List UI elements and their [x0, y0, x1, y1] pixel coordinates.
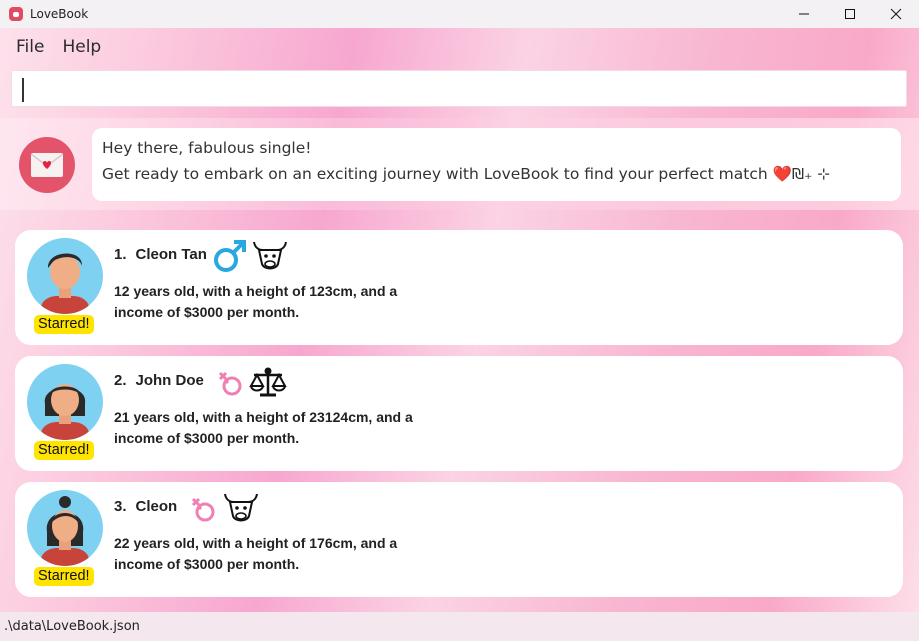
- card-name: Cleon Tan: [135, 246, 207, 263]
- menu-file[interactable]: File: [16, 34, 44, 60]
- card-name: Cleon: [135, 498, 178, 515]
- minimize-icon: [799, 13, 809, 15]
- text-caret: [22, 78, 24, 102]
- menu-help[interactable]: Help: [62, 34, 101, 60]
- envelope-heart-icon: [19, 137, 75, 193]
- female-sparkle-icon: [188, 496, 218, 528]
- card-title: 3. Cleon: [114, 498, 177, 515]
- libra-scales-icon: [249, 366, 287, 402]
- close-icon: [890, 8, 902, 20]
- result-line-1: Hey there, fabulous single!: [102, 139, 312, 157]
- taurus-ox-icon: [251, 238, 289, 278]
- female-avatar-bun: [27, 490, 103, 566]
- maximize-icon: [845, 9, 855, 19]
- date-card[interactable]: Starred! 2. John Doe 21 years old, with …: [15, 356, 903, 471]
- command-input[interactable]: [11, 70, 907, 107]
- lovebook-app-icon: [9, 7, 23, 21]
- close-button[interactable]: [873, 0, 919, 28]
- starred-badge: Starred!: [34, 315, 94, 334]
- starred-badge: Starred!: [34, 567, 94, 586]
- card-description: 21 years old, with a height of 23124cm, …: [114, 409, 413, 446]
- date-card[interactable]: Starred! 3. Cleon 22 years old, with a h…: [15, 482, 903, 597]
- maximize-button[interactable]: [827, 0, 873, 28]
- card-description: 22 years old, with a height of 176cm, an…: [114, 535, 398, 572]
- result-display: Hey there, fabulous single! Get ready to…: [92, 128, 901, 201]
- card-index: 2.: [114, 372, 127, 389]
- male-avatar: [27, 238, 103, 314]
- title-bar: LoveBook: [0, 0, 919, 28]
- taurus-ox-icon: [222, 490, 260, 530]
- menu-bar: File Help: [0, 34, 103, 60]
- date-card[interactable]: Starred! 1. Cleon Tan 12 years old, with…: [15, 230, 903, 345]
- card-index: 3.: [114, 498, 127, 515]
- male-symbol-icon: [212, 238, 248, 278]
- card-index: 1.: [114, 246, 127, 263]
- result-line-2: Get ready to embark on an exciting journ…: [102, 165, 831, 183]
- starred-badge: Starred!: [34, 441, 94, 460]
- status-bar-file-path: .\data\LoveBook.json: [0, 612, 919, 641]
- minimize-button[interactable]: [781, 0, 827, 28]
- card-title: 2. John Doe: [114, 372, 204, 389]
- female-avatar-short-hair: [27, 364, 103, 440]
- card-title: 1. Cleon Tan: [114, 246, 207, 263]
- window-title: LoveBook: [30, 7, 89, 21]
- card-description: 12 years old, with a height of 123cm, an…: [114, 283, 398, 320]
- card-name: John Doe: [135, 372, 204, 389]
- female-sparkle-icon: [215, 370, 245, 402]
